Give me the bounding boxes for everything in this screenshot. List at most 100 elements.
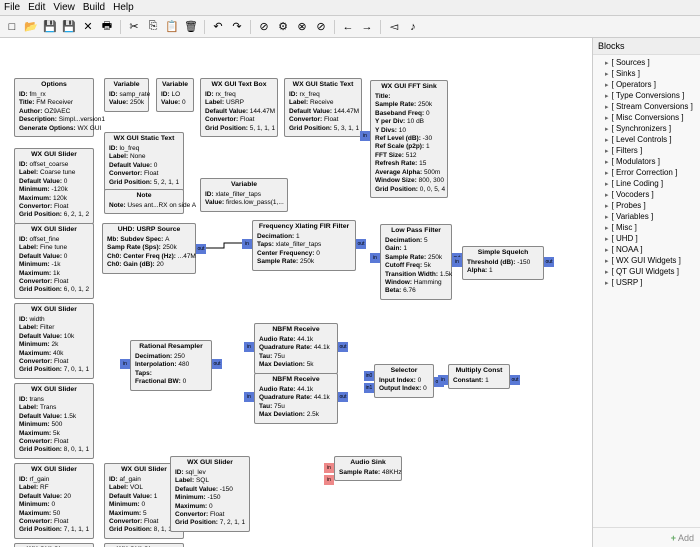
tree-category[interactable]: [ Filters ] [595, 145, 698, 156]
tree-category[interactable]: [ WX GUI Widgets ] [595, 255, 698, 266]
block-resampler[interactable]: Rational ResamplerDecimation: 250Interpo… [130, 340, 212, 391]
open-icon[interactable]: 📂 [23, 19, 39, 35]
port-out[interactable]: out [338, 392, 348, 402]
block-textbox[interactable]: WX GUI Text BoxID: rx_freqLabel: USRPDef… [200, 78, 278, 137]
block-param: Ref Scale (p2p): 1 [375, 143, 443, 151]
block-slider_width[interactable]: WX GUI SliderID: widthLabel: FilterDefau… [14, 303, 94, 379]
tree-category[interactable]: [ UHD ] [595, 233, 698, 244]
paste-icon[interactable]: 📋 [164, 19, 180, 35]
add-button[interactable]: Add [593, 527, 700, 547]
block-selector[interactable]: SelectorInput Index: 0Output Index: 0in0… [374, 364, 434, 398]
block-slider_rf[interactable]: WX GUI SliderID: rf_gainLabel: RFDefault… [14, 463, 94, 539]
port-in[interactable]: in [120, 359, 130, 369]
port-in[interactable]: in [452, 257, 462, 267]
menu-help[interactable]: Help [113, 2, 134, 13]
block-var_taps[interactable]: VariableID: xlate_filter_tapsValue: fird… [200, 178, 288, 212]
note-off-icon[interactable]: ◅ [386, 19, 402, 35]
port-in[interactable]: in0 [364, 371, 374, 381]
menu-edit[interactable]: Edit [28, 2, 45, 13]
block-usrp[interactable]: UHD: USRP SourceMb: Subdev Spec: ASamp R… [102, 223, 196, 274]
tree-category[interactable]: [ Vocoders ] [595, 189, 698, 200]
gear-icon[interactable]: ⚙ [275, 19, 291, 35]
blocks-tree[interactable]: [ Sources ][ Sinks ][ Operators ][ Type … [593, 55, 700, 527]
port-in[interactable]: in [360, 131, 370, 141]
block-title: Variable [109, 81, 144, 90]
block-param: Y Divs: 10 [375, 127, 443, 135]
tree-category[interactable]: [ Error Correction ] [595, 167, 698, 178]
new-icon[interactable]: □ [4, 19, 20, 35]
tree-category[interactable]: [ Type Conversions ] [595, 90, 698, 101]
block-slider_trans[interactable]: WX GUI SliderID: transLabel: TransDefaul… [14, 383, 94, 459]
block-options[interactable]: OptionsID: fm_rxTitle: FM ReceiverAuthor… [14, 78, 94, 137]
tree-category[interactable]: [ Variables ] [595, 211, 698, 222]
block-slider_sql[interactable]: WX GUI SliderID: sql_levLabel: SQLDefaul… [170, 456, 250, 532]
port-in[interactable]: in [438, 375, 448, 385]
tree-category[interactable]: [ Misc ] [595, 222, 698, 233]
note-icon[interactable]: ♪ [405, 19, 421, 35]
print-icon[interactable]: 🖶 [99, 19, 115, 35]
port-out[interactable]: out [338, 342, 348, 352]
block-note[interactable]: NoteNote: Uses ant...RX on side A [104, 189, 184, 214]
block-param: Grid Position: 8, 0, 1, 1 [19, 446, 89, 454]
saveas-icon[interactable]: 💾 [61, 19, 77, 35]
port-in[interactable]: in [370, 253, 380, 263]
tree-category[interactable]: [ Misc Conversions ] [595, 112, 698, 123]
close-icon[interactable]: ✕ [80, 19, 96, 35]
menu-view[interactable]: View [53, 2, 75, 13]
tree-category[interactable]: [ QT GUI Widgets ] [595, 266, 698, 277]
port-in[interactable]: in [324, 475, 334, 485]
port-out[interactable]: out [356, 239, 366, 249]
undo-icon[interactable]: ↶ [210, 19, 226, 35]
tree-category[interactable]: [ Synchronizers ] [595, 123, 698, 134]
cancel-icon[interactable]: ⊘ [313, 19, 329, 35]
block-slider_coarse[interactable]: WX GUI SliderID: offset_coarseLabel: Coa… [14, 148, 94, 224]
block-statfreq[interactable]: WX GUI Static TextID: rx_freqLabel: Rece… [284, 78, 362, 137]
cut-icon[interactable]: ✂ [126, 19, 142, 35]
menu-file[interactable]: File [4, 2, 20, 13]
back-icon[interactable]: ← [340, 19, 356, 35]
tree-category[interactable]: [ NOAA ] [595, 244, 698, 255]
block-squelch[interactable]: Simple SquelchThreshold (dB): -150Alpha:… [462, 246, 544, 280]
block-var_samp[interactable]: VariableID: samp_rateValue: 250k [104, 78, 149, 112]
tree-category[interactable]: [ Sources ] [595, 57, 698, 68]
redo-icon[interactable]: ↷ [229, 19, 245, 35]
port-out[interactable]: out [510, 375, 520, 385]
tree-category[interactable]: [ Level Controls ] [595, 134, 698, 145]
save-icon[interactable]: 💾 [42, 19, 58, 35]
stop-icon[interactable]: ⊘ [256, 19, 272, 35]
block-lpf[interactable]: Low Pass FilterDecimation: 5Gain: 1Sampl… [380, 224, 452, 300]
block-statlo[interactable]: WX GUI Static TextID: lo_freqLabel: None… [104, 132, 184, 191]
menu-build[interactable]: Build [83, 2, 105, 13]
copy-icon[interactable]: ⎘ [145, 19, 161, 35]
tree-category[interactable]: [ Modulators ] [595, 156, 698, 167]
port-out[interactable]: out [544, 257, 554, 267]
tree-category[interactable]: [ Operators ] [595, 79, 698, 90]
port-in[interactable]: in [324, 463, 334, 473]
block-var_lo[interactable]: VariableID: LOValue: 0 [156, 78, 194, 112]
error-icon[interactable]: ⊗ [294, 19, 310, 35]
port-in[interactable]: in [244, 342, 254, 352]
block-mult[interactable]: Multiply ConstConstant: 1inout [448, 364, 510, 389]
port-in[interactable]: in [244, 392, 254, 402]
block-slider_fine[interactable]: WX GUI SliderID: offset_fineLabel: Fine … [14, 223, 94, 299]
block-chooser2[interactable]: WX GUI ChooserID: display_selector [104, 543, 184, 547]
port-out[interactable]: out [212, 359, 222, 369]
block-xlating[interactable]: Frequency Xlating FIR FilterDecimation: … [252, 220, 356, 271]
port-in[interactable]: in1 [364, 383, 374, 393]
block-chooser1[interactable]: WX GUI ChooserID: fmn [14, 543, 94, 547]
tree-category[interactable]: [ Sinks ] [595, 68, 698, 79]
tree-category[interactable]: [ Probes ] [595, 200, 698, 211]
tree-category[interactable]: [ Stream Conversions ] [595, 101, 698, 112]
port-out[interactable]: out [196, 244, 206, 254]
tree-category[interactable]: [ USRP ] [595, 277, 698, 288]
block-fft[interactable]: WX GUI FFT SinkTitle: Sample Rate: 250kB… [370, 80, 448, 198]
block-nbfm2[interactable]: NBFM ReceiveAudio Rate: 44.1kQuadrature … [254, 373, 338, 424]
delete-icon[interactable]: 🗑 [183, 19, 199, 35]
forward-icon[interactable]: → [359, 19, 375, 35]
tree-category[interactable]: [ Line Coding ] [595, 178, 698, 189]
block-param: Convertor: Float [19, 438, 89, 446]
block-nbfm1[interactable]: NBFM ReceiveAudio Rate: 44.1kQuadrature … [254, 323, 338, 374]
block-audio[interactable]: Audio SinkSample Rate: 48KHzinin [334, 456, 402, 481]
port-in[interactable]: in [242, 239, 252, 249]
flowgraph-canvas[interactable]: OptionsID: fm_rxTitle: FM ReceiverAuthor… [0, 38, 592, 547]
